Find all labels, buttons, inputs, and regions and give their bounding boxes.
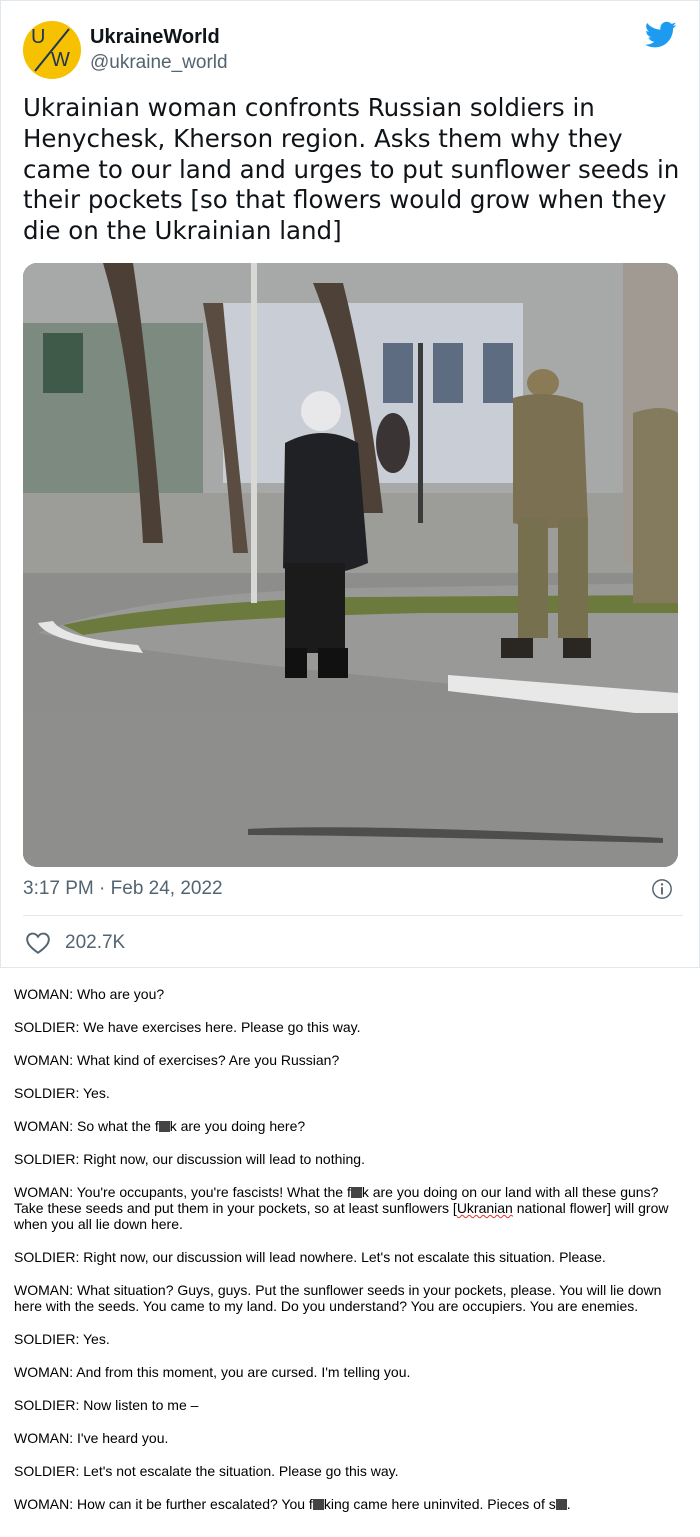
speaker: SOLDIER: — [14, 1331, 80, 1347]
heart-icon[interactable] — [25, 931, 51, 955]
dialogue: Right now, our discussion will lead to n… — [83, 1151, 365, 1167]
dialogue: You're occupants, you're fascists! What … — [76, 1184, 351, 1200]
transcript-line: WOMAN: And from this moment, you are cur… — [14, 1364, 686, 1380]
transcript-line: WOMAN: I've heard you. — [14, 1430, 686, 1446]
transcript-line: WOMAN: You're occupants, you're fascists… — [14, 1184, 686, 1232]
transcript-line: WOMAN: What situation? Guys, guys. Put t… — [14, 1282, 686, 1314]
transcript: WOMAN: Who are you? SOLDIER: We have exe… — [0, 968, 700, 1537]
redaction-block — [312, 1499, 324, 1510]
redaction-block — [555, 1499, 567, 1510]
transcript-line: SOLDIER: Right now, our discussion will … — [14, 1151, 686, 1167]
dialogue: Now listen to me – — [83, 1397, 199, 1413]
speaker: SOLDIER: — [14, 1397, 80, 1413]
dialogue: So what the f — [77, 1118, 159, 1134]
speaker: WOMAN: — [14, 986, 74, 1002]
speaker: WOMAN: — [14, 1496, 74, 1512]
tweet-card: U W UkraineWorld @ukraine_world Ukrainia… — [0, 0, 700, 968]
dialogue: king came here uninvited. Pieces of s — [323, 1496, 556, 1512]
dialogue: Right now, our discussion will lead nowh… — [83, 1249, 606, 1265]
avatar-letter-u: U — [31, 26, 46, 48]
redaction-block — [158, 1121, 170, 1132]
transcript-line: SOLDIER: Yes. — [14, 1331, 686, 1347]
tweet-timestamp[interactable]: 3:17 PM · Feb 24, 2022 — [23, 878, 223, 900]
dialogue: Let's not escalate the situation. Please… — [83, 1463, 399, 1479]
dialogue: What kind of exercises? Are you Russian? — [77, 1052, 340, 1068]
avatar[interactable]: U W — [23, 21, 81, 79]
likes-row[interactable]: 202.7K — [25, 929, 125, 957]
dialogue: Yes. — [83, 1085, 110, 1101]
tweet-header: U W UkraineWorld @ukraine_world — [23, 21, 683, 83]
info-icon[interactable] — [651, 878, 673, 900]
dialogue: I've heard you. — [77, 1430, 169, 1446]
misspelled-word: Ukranian — [456, 1200, 513, 1216]
dialogue: k are you doing here? — [169, 1118, 306, 1134]
avatar-letter-w: W — [51, 49, 70, 71]
tweet-video-thumbnail[interactable] — [23, 263, 678, 867]
transcript-line: SOLDIER: We have exercises here. Please … — [14, 1019, 686, 1035]
transcript-line: WOMAN: So what the f k are you doing here… — [14, 1118, 686, 1134]
dialogue: . — [566, 1496, 571, 1512]
speaker: SOLDIER: — [14, 1463, 80, 1479]
dialogue: How can it be further escalated? You f — [77, 1496, 313, 1512]
dialogue: Yes. — [83, 1331, 110, 1347]
user-handle[interactable]: @ukraine_world — [90, 52, 228, 74]
speaker: WOMAN: — [14, 1118, 74, 1134]
tweet-text: Ukrainian woman confronts Russian soldie… — [23, 93, 680, 246]
speaker: WOMAN: — [14, 1430, 74, 1446]
transcript-line: SOLDIER: Now listen to me – — [14, 1397, 686, 1413]
transcript-line: WOMAN: Who are you? — [14, 986, 686, 1002]
dialogue: What situation? Guys, guys. Put the sunf… — [14, 1282, 662, 1314]
speaker: SOLDIER: — [14, 1085, 80, 1101]
transcript-line: WOMAN: How can it be further escalated? … — [14, 1496, 686, 1512]
display-name[interactable]: UkraineWorld — [90, 26, 220, 49]
dialogue: And from this moment, you are cursed. I'… — [76, 1364, 411, 1380]
transcript-line: SOLDIER: Yes. — [14, 1085, 686, 1101]
speaker: SOLDIER: — [14, 1151, 80, 1167]
twitter-bird-icon[interactable] — [645, 21, 677, 49]
dialogue: Who are you? — [77, 986, 165, 1002]
transcript-line: SOLDIER: Let's not escalate the situatio… — [14, 1463, 686, 1479]
speaker: WOMAN: — [14, 1184, 74, 1200]
redaction-block — [350, 1187, 362, 1198]
transcript-line: WOMAN: What kind of exercises? Are you R… — [14, 1052, 686, 1068]
dialogue: We have exercises here. Please go this w… — [83, 1019, 361, 1035]
divider — [23, 915, 683, 916]
speaker: WOMAN: — [14, 1364, 74, 1380]
speaker: WOMAN: — [14, 1052, 74, 1068]
like-count: 202.7K — [65, 932, 126, 953]
transcript-line: SOLDIER: Right now, our discussion will … — [14, 1249, 686, 1265]
speaker: SOLDIER: — [14, 1249, 80, 1265]
speaker: SOLDIER: — [14, 1019, 80, 1035]
speaker: WOMAN: — [14, 1282, 74, 1298]
